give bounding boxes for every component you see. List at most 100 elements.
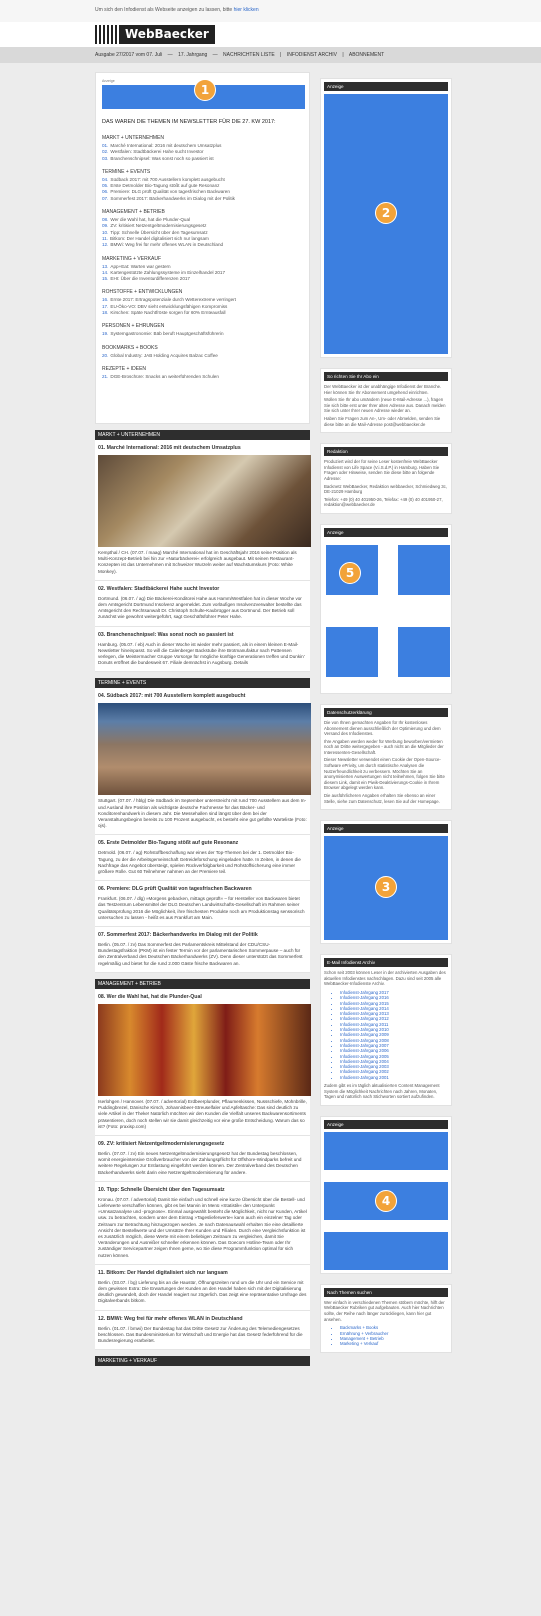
toc-item-number: 05. [102,183,109,189]
box-text: Wer einfach in verschiedenen Themen stöb… [324,1299,445,1322]
skyscraper-ad[interactable]: 2 [324,94,448,354]
article-text: Berlin. (03.07. / bg) Lieferung bis an d… [98,1279,307,1304]
toc-item-title: DGE-Broschüre: Snacks an weiterführenden… [110,373,219,379]
toc-item-title: Bitkom: Der Handel digitalisiert sich nu… [110,235,209,241]
subscription-box: So richten Sie Ihr Abo ein Der WebBaecke… [320,368,452,434]
article-title[interactable]: 10. Tipp: Schnelle Übersicht über den Ta… [98,1187,307,1193]
toc-item-title: App+Eat: Warten war gestern [110,263,171,269]
article-title[interactable]: 06. Premiere: DLG prüft Qualität von tag… [98,886,307,892]
toc-section-title: ROHSTOFFE + ENTWICKLUNGEN [102,289,183,296]
toc-sections: MARKT + UNTERNEHMEN 01. Marché Internation… [102,135,303,380]
toc-item-number: 17. [102,303,109,309]
small-ad[interactable] [398,627,450,678]
main-column: Anzeige 1 DAS WAREN DIE THEMEN IM NEWSLE… [95,72,311,1367]
toc-item-title: ZV: kritisiert Netzentgeltmodernisierung… [110,223,207,229]
box-text: Die von Ihnen gemachten Angaben für Ihr … [324,719,441,737]
article-06: 06. Premiere: DLG prüft Qualität von tag… [95,881,310,928]
view-as-webpage-link[interactable]: hier klicken [234,7,259,13]
toc-item-number: 14. [102,269,109,275]
article-title[interactable]: 08. Wer die Wahl hat, hat die Plunder-Qu… [98,994,307,1000]
box-title: E-Mail Infodienst Archiv [324,958,448,968]
toc-item-title: Systemgastronomie: Bäb beruft Hauptgesch… [110,331,224,337]
toc-item-number: 10. [102,229,109,235]
article-title[interactable]: 02. Westfalen: Stadtbäckerei Hahe sucht … [98,586,307,592]
article-title[interactable]: 03. Branchenschnipsel: Was sonst noch so… [98,632,307,638]
toc-item-number: 13. [102,263,109,269]
toc-item[interactable]: 12. BMWi: Weg frei für mehr offenes WLAN … [102,242,303,248]
toc-item[interactable]: 19. Systemgastronomie: Bäb beruft Hauptge… [102,331,303,337]
toc-item-number: 09. [102,223,109,229]
article-title[interactable]: 12. BMWi: Weg frei für mehr offenes WLAN… [98,1316,307,1322]
toc-item-title: Wer die Wahl hat, hat die Plunder-Qual [110,217,191,223]
nav-subscription-link[interactable]: ABONNEMENT [349,52,384,58]
ad-label: Anzeige [324,82,448,91]
toc-item-title: Global Industry: JAB Holding Acquires Ba… [110,352,218,358]
article-title[interactable]: 11. Bitkom: Der Handel digitalisiert sic… [98,1270,307,1276]
banner-ad[interactable] [324,1231,448,1270]
article-title[interactable]: 07. Sommerfest 2017: Bäckerhandwerks im … [98,932,307,938]
toc-section-title: MARKETING + VERKAUF [102,255,162,262]
article-title[interactable]: 05. Erste Detmolder Bio-Tagung stößt auf… [98,840,307,846]
toc-item-number: 16. [102,297,109,303]
toc-item-title: Tipp: Schnelle Übersicht über den Tagesu… [110,229,208,235]
toc-item[interactable]: 03. Branchenschnipsel: Was sonst noch so … [102,156,303,162]
article-text: Hamburg. (05.07. / eb) Auch in dieser Wo… [98,641,305,666]
small-ad[interactable] [326,627,378,678]
ad-number-badge: 4 [375,1189,397,1212]
nav-news-list-link[interactable]: NACHRICHTEN LISTE [223,52,275,58]
article-12: 12. BMWi: Weg frei für mehr offenes WLAN… [95,1310,310,1351]
small-ad[interactable] [398,544,450,595]
view-as-webpage-text: Um sich den Infodienst als Webseite anze… [95,7,233,13]
toc-item[interactable]: 18. Kirschen: Späte Nachtfröste sorgen fü… [102,310,303,316]
toc-section-title: MANAGEMENT + BETRIEB [102,209,165,216]
toc-item-number: 11. [102,235,109,241]
toc-item-number: 19. [102,331,109,337]
toc-section-title: REZEPTE + IDEEN [102,365,147,372]
box-text: Haben Sie Fragen zum An-, Um- oder Abmel… [324,415,441,427]
archive-year-link[interactable]: Infodienst-Jahrgang 2001 [340,1075,448,1080]
medium-rectangle-ad[interactable]: 3 [324,836,448,941]
topics-box: Nach Themen suchen Wer einfach in versch… [320,1283,452,1354]
box-text: Backnetz WebBaecker, Redaktion webbaecke… [324,483,447,495]
logo-text: WebBaecker [119,25,215,44]
toc-item-title: Westfalen: Stadtbäckerei Hahe sucht Inve… [110,149,204,155]
small-ads-grid: 5 [324,540,450,690]
banner-ad[interactable] [324,1131,448,1170]
view-as-webpage-bar: Um sich den Infodienst als Webseite anze… [0,0,541,22]
article-text: Kronau. (07.07. / advertorial) Damit Sie… [98,1196,307,1258]
toc-item-number: 08. [102,217,109,223]
toc-item-number: 02. [102,149,109,155]
webbaecker-logo[interactable]: WebBaecker [95,25,215,44]
nav-separator: | [342,52,344,58]
toc-item-title: Premiere: DLG prüft Qualität von tagesfr… [110,189,230,195]
article-03: 03. Branchenschnipsel: Was sonst noch so… [95,626,310,673]
toc-section-title: PERSONEN + EHRUNGEN [102,323,165,330]
article-title[interactable]: 09. ZV: kritisiert Netzentgeltmodernisie… [98,1141,307,1147]
sidebar-ad-4: Anzeige 4 [320,1115,452,1274]
banner-ad[interactable]: 4 [324,1181,448,1220]
article-text: Frankfurt. (06.07. / dlg) »Morgens gebac… [98,896,305,920]
article-title[interactable]: 04. Südback 2017: mit 700 Ausstellern ko… [98,693,307,699]
toc-item[interactable]: 07. Sommerfest 2017: Bäckerhandwerks im D… [102,196,303,202]
nav-separator: — [167,52,173,58]
box-text: Produziert wird der für seine Leser kost… [324,459,440,481]
article-02: 02. Westfalen: Stadtbäckerei Hahe sucht … [95,580,310,627]
topic-link[interactable]: Marketing + Verkauf [340,1341,448,1346]
article-title[interactable]: 01. Marché International: 2016 mit deuts… [98,445,307,451]
toc-item[interactable]: 15. EHI: Über die Inventurdifferenzen 201… [102,276,303,282]
toc-item-number: 03. [102,155,109,161]
toc-item[interactable]: 20. Global Industry: JAB Holding Acquires… [102,353,303,359]
ad-number-badge: 3 [375,876,397,899]
box-text: Die ausführlicheren Angaben erhalten Sie… [324,793,440,804]
article-07: 07. Sommerfest 2017: Bäckerhandwerks im … [95,927,310,973]
toc-item-title: Ernte 2017: Ertragspotenziale durch Wett… [110,297,236,303]
article-photo-jam-jars [98,1003,311,1096]
toc-item[interactable]: 21. DGE-Broschüre: Snacks an weiterführen… [102,374,303,380]
topic-list: Backmarks + BooksErnährung + Verbraucher… [340,1325,448,1346]
nav-separator: — [212,52,218,58]
toc-section-title: MARKT + UNTERNEHMEN [102,135,164,141]
logo-barcode-icon [95,25,117,44]
top-banner-ad[interactable]: 1 [102,79,305,109]
nav-archive-link[interactable]: INFODIENST ARCHIV [287,52,337,58]
toc-item-title: Kirschen: Späte Nachtfröste sorgen für 6… [110,310,226,316]
